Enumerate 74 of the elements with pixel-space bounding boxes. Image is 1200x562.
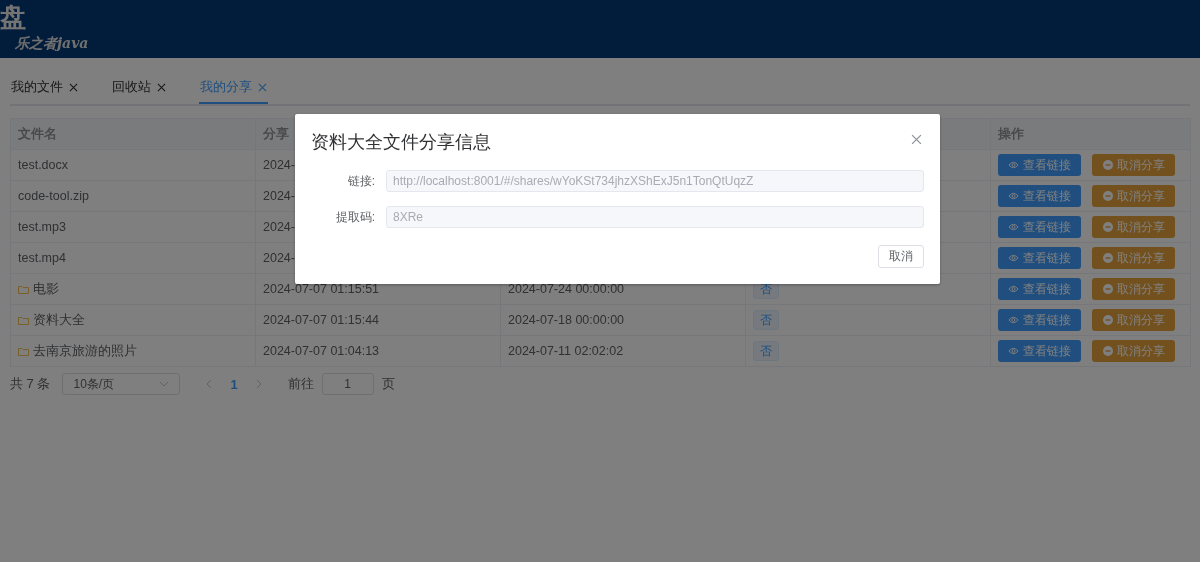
file-name: 资料大全 bbox=[33, 311, 85, 329]
date-text: 2024- bbox=[263, 189, 295, 203]
eye-icon bbox=[1008, 223, 1019, 231]
cancel-button[interactable]: 取消 bbox=[878, 245, 924, 268]
view-link-button[interactable]: 查看链接 bbox=[998, 278, 1081, 300]
cancel-share-button[interactable]: 取消分享 bbox=[1092, 154, 1175, 176]
view-link-button[interactable]: 查看链接 bbox=[998, 309, 1081, 331]
view-link-button[interactable]: 查看链接 bbox=[998, 185, 1081, 207]
minus-circle-icon bbox=[1102, 253, 1113, 263]
minus-circle-icon bbox=[1102, 191, 1113, 201]
logo-subtitle: 乐之者java bbox=[15, 34, 90, 52]
view-link-button[interactable]: 查看链接 bbox=[998, 247, 1081, 269]
next-page-icon[interactable] bbox=[255, 379, 262, 389]
eye-icon bbox=[1008, 347, 1019, 355]
eye-icon bbox=[1008, 285, 1019, 293]
minus-circle-icon bbox=[1102, 315, 1113, 325]
view-link-button[interactable]: 查看链接 bbox=[998, 216, 1081, 238]
date-text: 2024- bbox=[263, 158, 295, 172]
cancel-share-button[interactable]: 取消分享 bbox=[1092, 247, 1175, 269]
date-text: 2024-07-07 01:04:13 bbox=[263, 344, 380, 358]
cancel-share-button[interactable]: 取消分享 bbox=[1092, 278, 1175, 300]
folder-icon bbox=[18, 284, 29, 294]
eye-icon bbox=[1008, 161, 1019, 169]
file-name: test.mp4 bbox=[18, 251, 66, 265]
tab[interactable]: 回收站 bbox=[111, 72, 167, 104]
eye-icon bbox=[1008, 192, 1019, 200]
page-unit-label: 页 bbox=[381, 375, 395, 393]
page-input[interactable]: 1 bbox=[321, 373, 374, 395]
cancel-share-button[interactable]: 取消分享 bbox=[1092, 309, 1175, 331]
logo-text: 盘 bbox=[0, 1, 27, 34]
minus-circle-icon bbox=[1102, 222, 1113, 232]
cancel-share-button[interactable]: 取消分享 bbox=[1092, 185, 1175, 207]
input-field[interactable]: http://localhost:8001/#/shares/wYoKSt734jhzXShExJ5n1TonQtUqzZ bbox=[386, 170, 924, 192]
view-link-button[interactable]: 查看链接 bbox=[998, 154, 1081, 176]
field-label: 提取码: bbox=[334, 208, 376, 226]
file-name: 电影 bbox=[33, 280, 59, 298]
input-field[interactable]: 8XRe bbox=[386, 206, 924, 228]
eye-icon bbox=[1008, 316, 1019, 324]
close-icon[interactable] bbox=[911, 133, 922, 145]
status-tag: 否 bbox=[753, 341, 779, 361]
eye-icon bbox=[1008, 254, 1019, 262]
field-label: 链接: bbox=[346, 172, 376, 190]
date-text: 2024- bbox=[263, 251, 295, 265]
date-text: 2024- bbox=[263, 220, 295, 234]
page-number[interactable]: 1 bbox=[230, 376, 238, 392]
file-name: test.mp3 bbox=[18, 220, 66, 234]
prev-page-icon[interactable] bbox=[206, 379, 213, 389]
minus-circle-icon bbox=[1102, 284, 1113, 294]
date-text: 2024-07-07 01:15:44 bbox=[263, 313, 380, 327]
total-count: 共 7 条 bbox=[10, 375, 51, 393]
chevron-down-icon bbox=[159, 381, 170, 387]
minus-circle-icon bbox=[1102, 160, 1113, 170]
cancel-share-button[interactable]: 取消分享 bbox=[1092, 340, 1175, 362]
date-text: 2024-07-07 01:15:51 bbox=[263, 282, 380, 296]
dialog-title: 资料大全文件分享信息 bbox=[311, 131, 491, 154]
close-icon[interactable] bbox=[69, 82, 78, 92]
page-size-select[interactable]: 10条/页 bbox=[62, 373, 181, 395]
close-icon[interactable] bbox=[157, 82, 166, 92]
goto-label: 前往 bbox=[287, 375, 314, 393]
view-link-button[interactable]: 查看链接 bbox=[998, 340, 1081, 362]
status-tag: 否 bbox=[753, 310, 779, 330]
date-text: 2024-07-18 00:00:00 bbox=[508, 313, 625, 327]
folder-icon bbox=[18, 315, 29, 325]
cancel-share-button[interactable]: 取消分享 bbox=[1092, 216, 1175, 238]
file-name: code-tool.zip bbox=[18, 189, 89, 203]
date-text: 2024-07-11 02:02:02 bbox=[508, 344, 624, 358]
tab[interactable]: 我的文件 bbox=[10, 72, 79, 104]
tab[interactable]: 我的分享 bbox=[199, 72, 268, 104]
close-icon[interactable] bbox=[258, 82, 267, 92]
file-name: test.docx bbox=[18, 158, 69, 172]
file-name: 去南京旅游的照片 bbox=[33, 342, 137, 360]
date-text: 2024-07-24 00:00:00 bbox=[508, 282, 625, 296]
minus-circle-icon bbox=[1102, 346, 1113, 356]
folder-icon bbox=[18, 346, 29, 356]
